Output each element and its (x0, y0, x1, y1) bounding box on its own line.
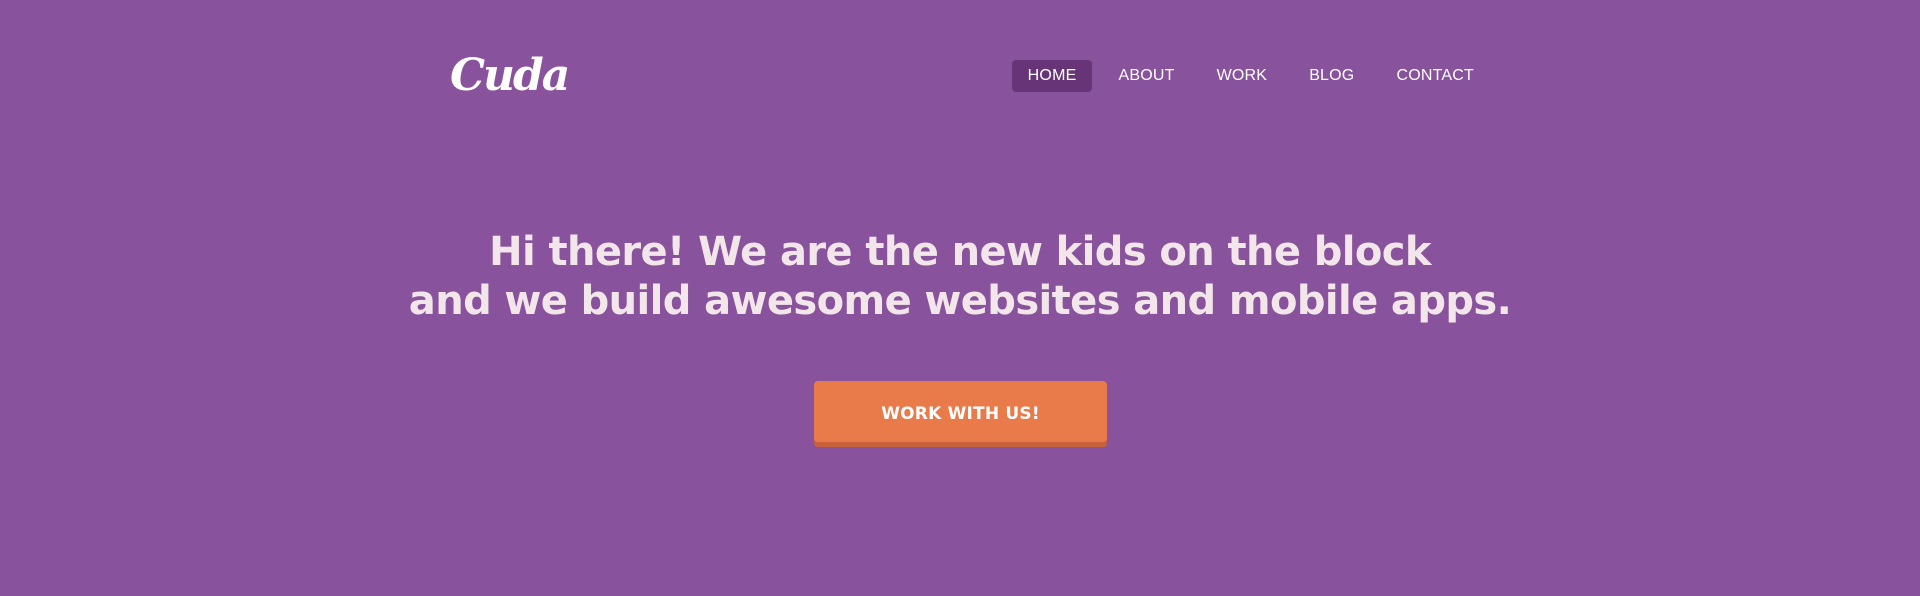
logo[interactable]: Cuda (450, 50, 570, 102)
nav-item-work[interactable]: WORK (1201, 60, 1284, 92)
site-header: Cuda HOME ABOUT WORK BLOG CONTACT (450, 0, 1490, 130)
hero-title-line-2: and we build awesome websites and mobile… (408, 278, 1512, 324)
nav-item-contact[interactable]: CONTACT (1380, 60, 1490, 92)
nav-item-blog[interactable]: BLOG (1293, 60, 1370, 92)
hero-title: Hi there! We are the new kids on the blo… (0, 228, 1920, 326)
nav-item-about[interactable]: ABOUT (1102, 60, 1190, 92)
hero-title-line-1: Hi there! We are the new kids on the blo… (489, 229, 1431, 275)
main-nav: HOME ABOUT WORK BLOG CONTACT (1011, 60, 1490, 92)
work-with-us-button[interactable]: WORK WITH US! (814, 381, 1107, 447)
nav-item-home[interactable]: HOME (1011, 60, 1093, 92)
